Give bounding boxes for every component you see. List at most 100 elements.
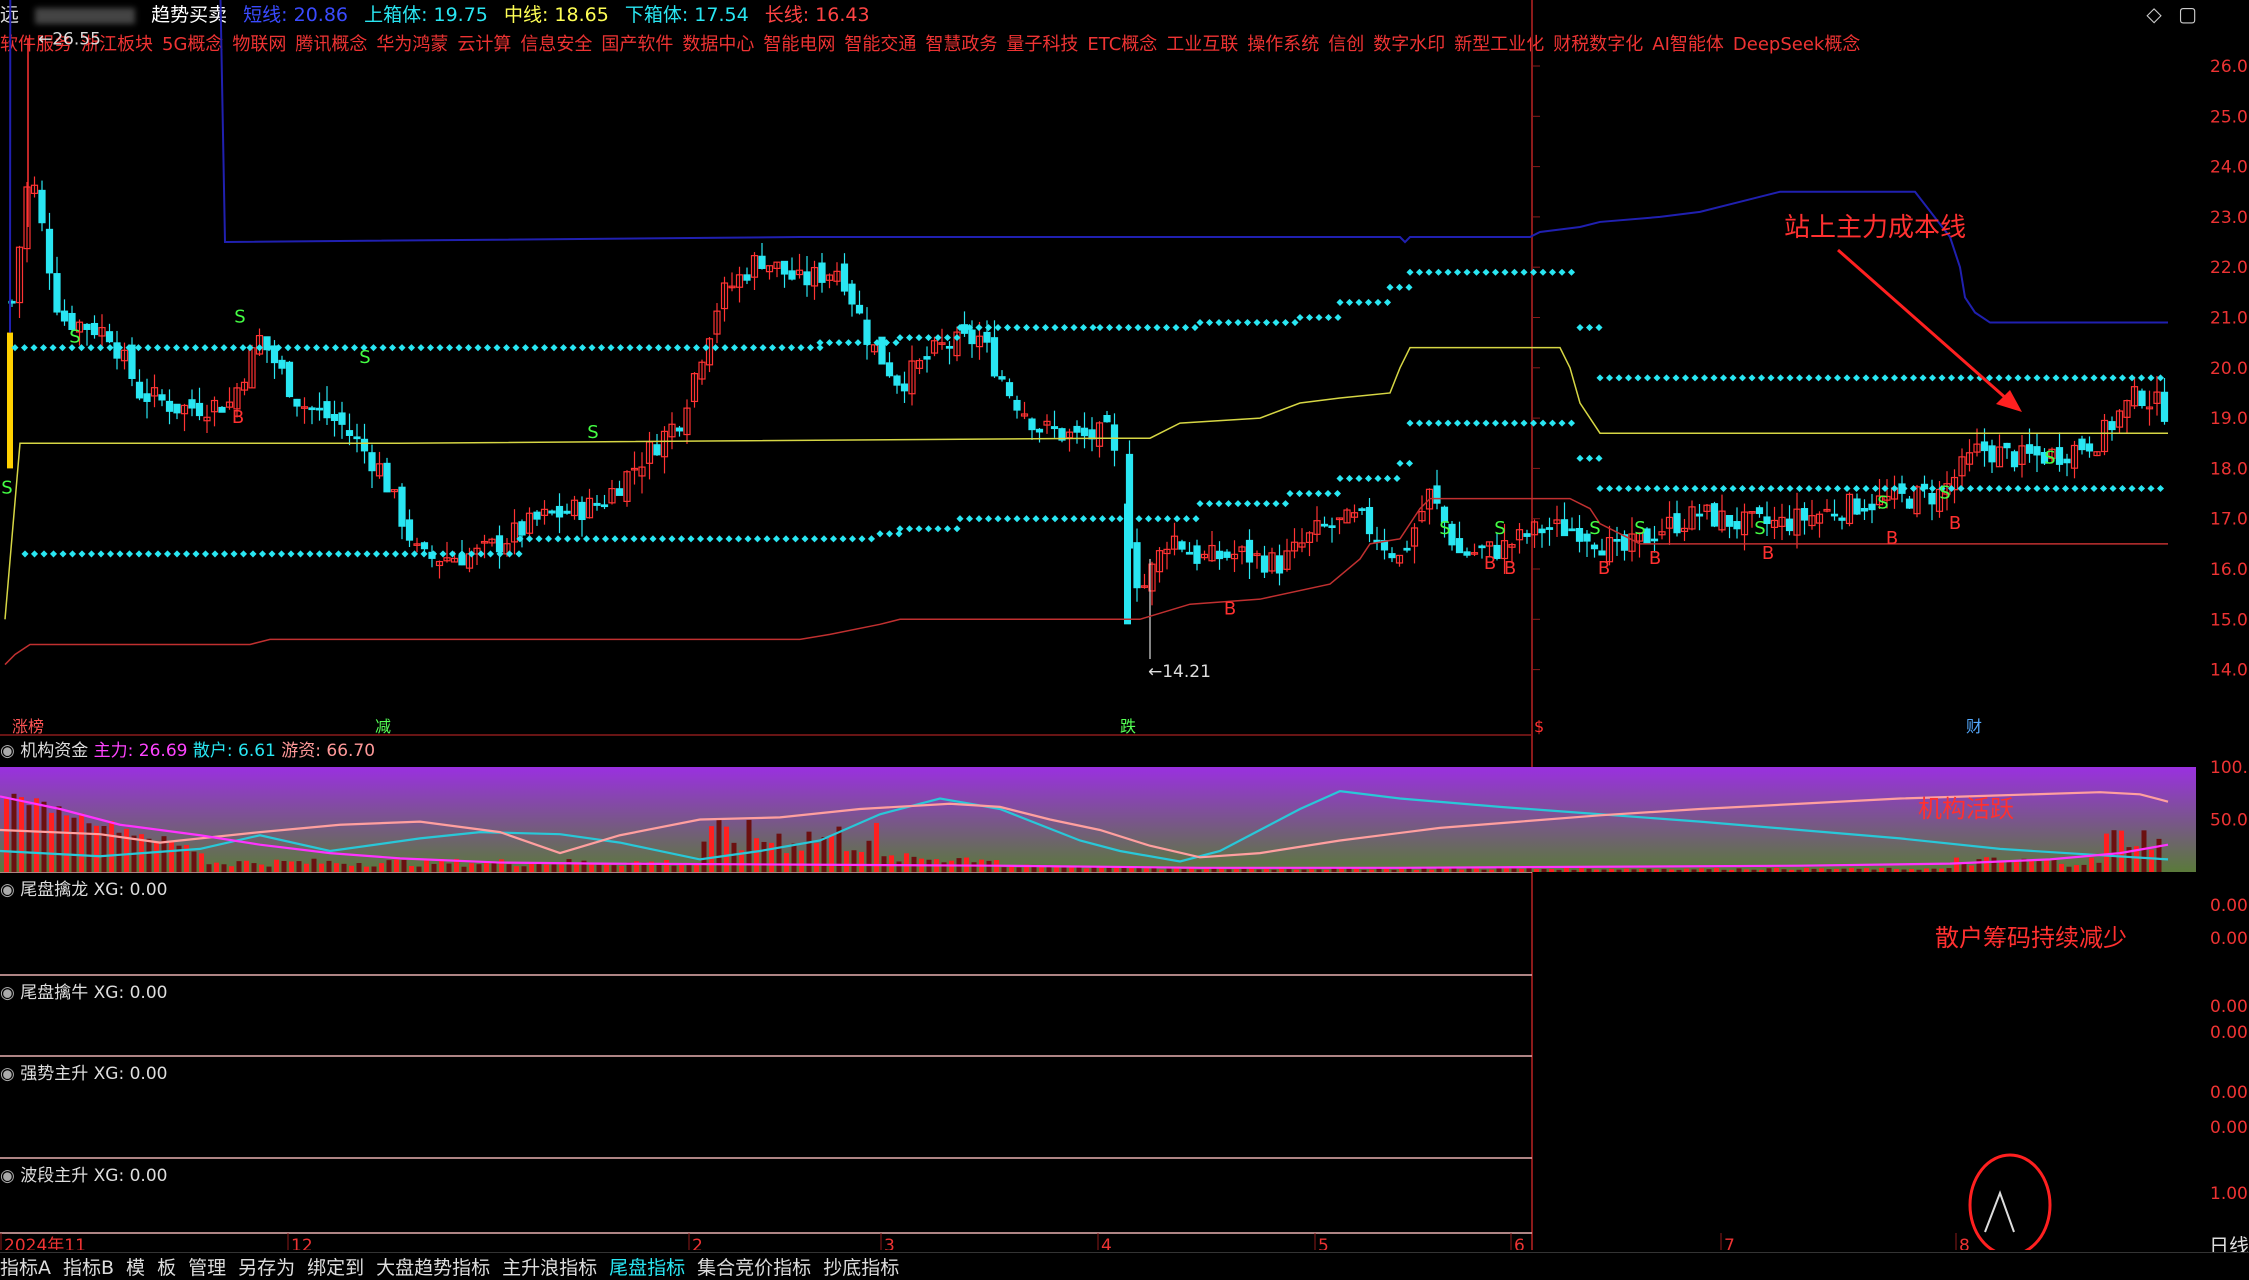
box-dot: [943, 525, 952, 533]
box-dot: [1776, 484, 1785, 493]
box-dot: [915, 525, 923, 533]
fund-bar: [1549, 869, 1554, 872]
panel-collapse-icon[interactable]: ◉: [0, 1166, 15, 1186]
candle-body: [2033, 446, 2041, 456]
box-dot: [1767, 374, 1775, 382]
panel-collapse-icon[interactable]: ◉: [0, 741, 15, 761]
box-dot: [1315, 313, 1323, 322]
fund-bar: [1939, 868, 1944, 872]
box-dot: [687, 535, 695, 543]
fund-bar: [1594, 869, 1599, 872]
candle-body: [420, 542, 429, 550]
box-dot: [1634, 484, 1642, 493]
box-dot: [630, 535, 638, 543]
panel-collapse-icon[interactable]: ◉: [0, 1064, 15, 1084]
toolbar-item[interactable]: 大盘趋势指标: [376, 1257, 490, 1279]
fund-bar: [56, 806, 62, 872]
box-dot: [1191, 324, 1199, 332]
box-dot: [848, 535, 857, 543]
box-dot: [953, 525, 961, 533]
box-dot: [559, 344, 568, 352]
box-dot: [2118, 484, 2127, 493]
fund-bar: [71, 817, 77, 872]
box-dot: [563, 535, 572, 543]
fund-bar: [2059, 863, 2064, 872]
toolbar-item[interactable]: 抄底指标: [823, 1257, 899, 1279]
fund-bar: [1676, 869, 1682, 872]
box-dot: [258, 550, 267, 558]
toolbar-item[interactable]: 板: [157, 1257, 176, 1279]
panel-collapse-icon[interactable]: ◉: [0, 880, 15, 900]
toolbar-item[interactable]: 主升浪指标: [502, 1257, 597, 1279]
fund-bar: [1706, 869, 1712, 872]
box-dot: [984, 324, 993, 332]
panel-collapse-icon[interactable]: ◉: [0, 983, 15, 1003]
candle-body: [1613, 538, 1621, 542]
fund-bar: [1849, 867, 1854, 872]
box-dot: [1472, 268, 1481, 276]
box-dot: [1296, 313, 1304, 322]
toolbar-item[interactable]: 模: [126, 1257, 145, 1279]
signal-b: B: [232, 407, 244, 428]
candle-body: [758, 255, 766, 269]
candle-body: [1733, 521, 1741, 530]
toolbar-item[interactable]: 指标A: [0, 1257, 51, 1279]
box-dot: [1947, 374, 1956, 382]
candle-body: [165, 400, 174, 412]
box-dot: [2080, 484, 2089, 493]
box-dot: [229, 344, 238, 352]
candle-body: [1133, 542, 1141, 589]
fund-bar: [1616, 869, 1622, 872]
box-dot: [1374, 474, 1382, 482]
high-price-label: ←26.55: [38, 29, 101, 49]
box-dot: [611, 535, 619, 543]
box-dot: [2080, 374, 2089, 382]
box-dot: [21, 550, 29, 558]
fund-bar: [1534, 869, 1539, 872]
toolbar-item[interactable]: 集合竞价指标: [697, 1257, 811, 1279]
candle-body: [1905, 498, 1914, 509]
fund-bar: [349, 865, 354, 872]
box-dot: [943, 334, 952, 342]
box-dot: [96, 344, 105, 352]
box-dot: [382, 550, 390, 558]
box-dot: [163, 344, 171, 352]
toolbar-item[interactable]: 尾盘指标: [609, 1257, 685, 1279]
toolbar-item[interactable]: 另存为: [238, 1257, 295, 1279]
fund-bar: [1271, 869, 1277, 872]
box-dot: [1710, 374, 1718, 382]
kline-chart[interactable]: 26.0025.0024.0023.0022.0021.0020.0019.00…: [0, 0, 2249, 1250]
box-dot: [2090, 484, 2098, 493]
price-axis-label: 20.00: [2210, 359, 2249, 379]
box-dot: [778, 344, 786, 352]
box-dot: [1070, 515, 1078, 523]
candle-body: [848, 283, 856, 305]
box-dot: [210, 344, 219, 352]
toolbar-item[interactable]: 指标B: [63, 1257, 114, 1279]
box-dot: [1957, 484, 1965, 493]
candle-body: [2138, 390, 2146, 407]
fund-bar: [566, 859, 572, 872]
fund-bar: [1489, 869, 1494, 872]
box-dot: [59, 550, 67, 558]
box-dot: [1434, 268, 1443, 276]
toolbar-item[interactable]: 管理: [188, 1257, 226, 1279]
box-dot: [1634, 374, 1642, 382]
fund-bar: [1834, 868, 1839, 872]
fund-bar: [1999, 860, 2004, 872]
fund-bar: [1391, 869, 1397, 872]
box-dot: [2090, 374, 2098, 382]
box-dot: [1719, 484, 1728, 493]
box-dot: [1928, 484, 1937, 493]
toolbar-item[interactable]: 绑定到: [307, 1257, 364, 1279]
box-dot: [2023, 484, 2032, 493]
signal-s: S: [1494, 518, 1505, 539]
box-dot: [1463, 419, 1471, 427]
box-dot: [956, 515, 964, 523]
box-dot: [759, 344, 767, 352]
fund-bar: [1144, 868, 1149, 872]
box-dot: [1364, 474, 1373, 482]
low-price-label: ←14.21: [1148, 662, 1211, 682]
candle-body: [563, 510, 571, 514]
box-dot: [1143, 324, 1152, 332]
